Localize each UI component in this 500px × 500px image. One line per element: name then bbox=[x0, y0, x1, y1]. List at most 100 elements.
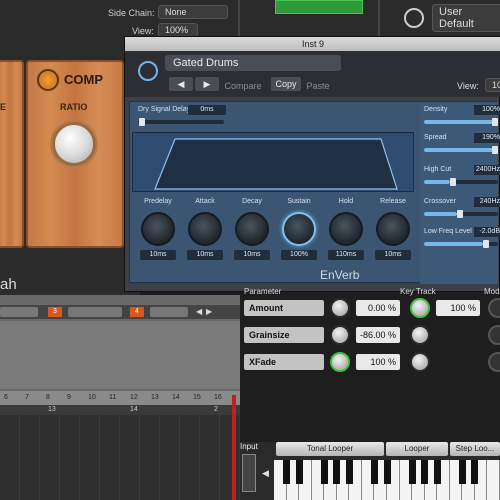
nav-left-icon[interactable]: ◀ bbox=[196, 307, 202, 316]
black-key[interactable] bbox=[295, 460, 303, 484]
enverb-power-icon[interactable] bbox=[138, 61, 158, 81]
dry-delay-label: Dry Signal Delay bbox=[138, 106, 191, 113]
sustain-knob[interactable] bbox=[282, 212, 316, 246]
ratio-label: RATIO bbox=[60, 102, 88, 112]
reverb-param-slider[interactable] bbox=[424, 120, 498, 124]
black-key[interactable] bbox=[333, 460, 341, 484]
reverb-param-value[interactable]: 190% bbox=[474, 133, 500, 143]
ruler-number: 10 bbox=[88, 394, 96, 401]
slider-thumb[interactable] bbox=[449, 178, 456, 186]
black-key[interactable] bbox=[471, 460, 479, 484]
param-header: Parameter bbox=[244, 287, 282, 296]
hold-knob[interactable] bbox=[329, 212, 363, 246]
black-key[interactable] bbox=[320, 460, 328, 484]
track-region[interactable] bbox=[275, 0, 363, 14]
region-clip[interactable] bbox=[0, 307, 38, 317]
mod-knob[interactable] bbox=[488, 325, 500, 345]
prev-preset-button[interactable]: ◀ bbox=[169, 77, 193, 91]
ruler2-num: 13 bbox=[48, 406, 56, 413]
region-badge[interactable]: 4 bbox=[130, 307, 144, 317]
piano-roll-grid[interactable] bbox=[0, 415, 240, 500]
host-view-select[interactable]: 100% bbox=[158, 23, 198, 37]
tab-step-looper[interactable]: Step Loo... bbox=[450, 442, 500, 456]
reverb-param-label: High Cut bbox=[424, 166, 452, 173]
param-value[interactable]: 100 % bbox=[356, 354, 400, 370]
ruler-number: 8 bbox=[46, 394, 50, 401]
envelope-display[interactable] bbox=[132, 132, 414, 192]
keytrack-knob[interactable] bbox=[410, 298, 430, 318]
param-knob[interactable] bbox=[330, 352, 350, 372]
slider-thumb[interactable] bbox=[492, 146, 498, 154]
paste-button[interactable]: Paste bbox=[303, 79, 333, 93]
wood-panel-left bbox=[0, 60, 24, 248]
nav-right-icon[interactable]: ▶ bbox=[206, 307, 212, 316]
black-key[interactable] bbox=[458, 460, 466, 484]
knob-value[interactable]: 100% bbox=[281, 250, 317, 260]
mod-knob[interactable] bbox=[488, 298, 500, 318]
region-clip[interactable] bbox=[150, 307, 188, 317]
black-key[interactable] bbox=[433, 460, 441, 484]
attack-knob[interactable] bbox=[188, 212, 222, 246]
ruler-number: 16 bbox=[214, 394, 222, 401]
compare-button[interactable]: Compare bbox=[221, 79, 265, 93]
predelay-knob[interactable] bbox=[141, 212, 175, 246]
region-badge[interactable]: 3 bbox=[48, 307, 62, 317]
knob-value[interactable]: 10ms bbox=[187, 250, 223, 260]
host-top-bar: Side Chain: None View: 100% User Default bbox=[0, 0, 500, 40]
comp-power-icon[interactable] bbox=[37, 69, 59, 91]
slider-thumb[interactable] bbox=[492, 118, 498, 126]
param-knob[interactable] bbox=[330, 298, 350, 318]
tab-looper[interactable]: Looper bbox=[386, 442, 448, 456]
param-value[interactable]: 0.00 % bbox=[356, 300, 400, 316]
reverb-param-slider[interactable] bbox=[424, 180, 498, 184]
user-default-preset[interactable]: User Default bbox=[432, 4, 500, 32]
keytrack-value[interactable]: 100 % bbox=[436, 300, 480, 316]
dry-delay-slider[interactable] bbox=[138, 120, 224, 124]
decay-knob[interactable] bbox=[235, 212, 269, 246]
enverb-body: Dry Signal Delay 0ms Predelay 10ms Attack 1… bbox=[129, 101, 500, 284]
white-key[interactable] bbox=[487, 460, 500, 500]
reverb-param-value[interactable]: -2.0dB bbox=[474, 227, 500, 237]
sidechain-select[interactable]: None bbox=[158, 5, 228, 19]
black-key[interactable] bbox=[283, 460, 291, 484]
enverb-view-select[interactable]: 10 bbox=[485, 78, 500, 92]
param-value[interactable]: -86.00 % bbox=[356, 327, 400, 343]
reverb-param-value[interactable]: 100% bbox=[474, 105, 500, 115]
reverb-param-value[interactable]: 240Hz bbox=[474, 197, 500, 207]
reverb-param-value[interactable]: 2400Hz bbox=[474, 165, 500, 175]
dry-delay-thumb[interactable] bbox=[139, 118, 145, 126]
black-key[interactable] bbox=[345, 460, 353, 484]
enverb-titlebar[interactable]: Inst 9 bbox=[125, 37, 500, 51]
slider-thumb[interactable] bbox=[457, 210, 464, 218]
region-clip[interactable] bbox=[68, 307, 122, 317]
next-preset-button[interactable]: ▶ bbox=[195, 77, 219, 91]
slider-thumb[interactable] bbox=[483, 240, 490, 248]
black-key[interactable] bbox=[383, 460, 391, 484]
input-fader[interactable] bbox=[242, 454, 256, 492]
keyboard[interactable] bbox=[274, 460, 500, 500]
knob-value[interactable]: 10ms bbox=[375, 250, 411, 260]
keytrack-knob[interactable] bbox=[410, 325, 430, 345]
keyboard-left-icon[interactable]: ◀ bbox=[262, 468, 269, 479]
tab-tonal-looper[interactable]: Tonal Looper bbox=[276, 442, 384, 456]
mod-knob[interactable] bbox=[488, 352, 500, 372]
knob-value[interactable]: 10ms bbox=[234, 250, 270, 260]
dry-delay-value[interactable]: 0ms bbox=[188, 105, 226, 115]
param-knob[interactable] bbox=[330, 325, 350, 345]
ruler-number: 11 bbox=[109, 394, 117, 401]
preset-select[interactable]: Gated Drums bbox=[165, 55, 341, 71]
black-key[interactable] bbox=[370, 460, 378, 484]
power-icon[interactable] bbox=[404, 8, 424, 28]
playhead[interactable] bbox=[232, 395, 236, 500]
knob-value[interactable]: 110ms bbox=[328, 250, 364, 260]
black-key[interactable] bbox=[408, 460, 416, 484]
timeline-ruler[interactable]: 6 7 8 9 10 11 12 13 14 15 16 bbox=[0, 391, 240, 405]
ratio-knob[interactable] bbox=[52, 122, 96, 166]
black-key[interactable] bbox=[421, 460, 429, 484]
knob-value[interactable]: 10ms bbox=[140, 250, 176, 260]
reverb-param-slider[interactable] bbox=[424, 148, 498, 152]
copy-button[interactable]: Copy bbox=[271, 77, 301, 91]
track-lane[interactable] bbox=[0, 321, 240, 389]
release-knob[interactable] bbox=[376, 212, 410, 246]
keytrack-knob[interactable] bbox=[410, 352, 430, 372]
